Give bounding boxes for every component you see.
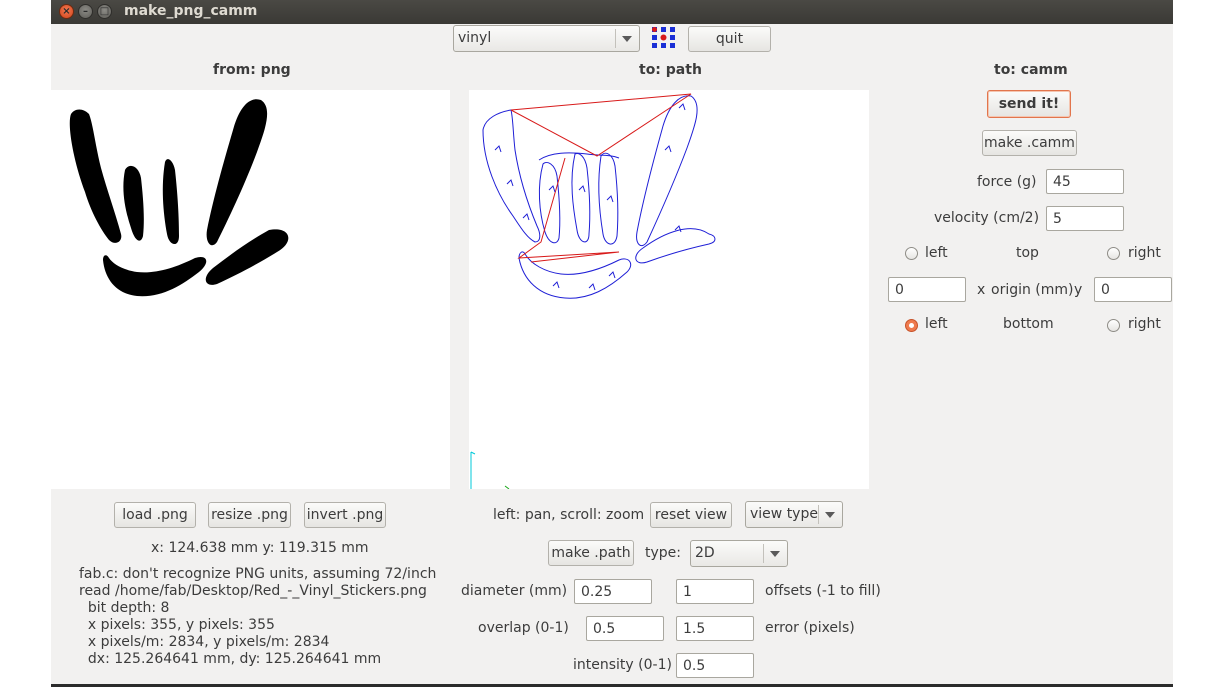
- machine-select-value: vinyl: [458, 30, 492, 46]
- info-line: dx: 125.264641 mm, dy: 125.264641 mm: [79, 651, 382, 667]
- close-window-button[interactable]: ×: [59, 4, 74, 19]
- bottom-left-label: left: [925, 316, 948, 332]
- origin-x-label: x: [977, 282, 986, 298]
- info-log: fab.c: don't recognize PNG units, assumi…: [79, 566, 436, 668]
- minimize-icon: –: [83, 6, 88, 17]
- info-line: x pixels/m: 2834, y pixels/m: 2834: [79, 634, 330, 650]
- diameter-label: diameter (mm): [461, 583, 568, 599]
- type-label: type:: [645, 545, 681, 561]
- maximize-window-button[interactable]: □: [97, 4, 112, 19]
- fab-grid-icon: [652, 27, 675, 48]
- chevron-down-icon: [825, 512, 835, 518]
- diameter-input[interactable]: [574, 579, 652, 604]
- path-preview-canvas[interactable]: [469, 90, 869, 490]
- info-line: read /home/fab/Desktop/Red_-_Vinyl_Stick…: [79, 583, 427, 599]
- quit-button[interactable]: quit: [688, 26, 771, 52]
- error-input[interactable]: [676, 616, 754, 641]
- resize-png-button[interactable]: resize .png: [208, 502, 291, 528]
- offsets-input[interactable]: [676, 579, 754, 604]
- close-icon: ×: [62, 6, 71, 17]
- pan-zoom-hint: left: pan, scroll: zoom: [493, 507, 645, 523]
- png-preview-canvas[interactable]: [51, 90, 450, 489]
- path-type-select[interactable]: 2D: [690, 540, 788, 567]
- origin-y-label: y: [1074, 282, 1083, 298]
- title-bar: × – □ make_png_camm: [51, 0, 1173, 24]
- offsets-label: offsets (-1 to fill): [765, 583, 881, 599]
- load-png-button[interactable]: load .png: [114, 502, 196, 528]
- force-input[interactable]: [1046, 169, 1124, 194]
- chevron-down-icon: [770, 551, 780, 557]
- velocity-input[interactable]: [1046, 206, 1124, 231]
- chevron-down-icon: [622, 36, 632, 42]
- toolpath-plot: [470, 93, 716, 490]
- top-left-label: left: [925, 245, 948, 261]
- send-it-button[interactable]: send it!: [987, 90, 1071, 118]
- bottom-label: bottom: [1003, 316, 1054, 332]
- to-path-header: to: path: [639, 62, 702, 78]
- reset-view-button[interactable]: reset view: [650, 502, 732, 528]
- app-window: × – □ make_png_camm vinyl quit from: png…: [51, 0, 1173, 687]
- machine-select[interactable]: vinyl: [453, 25, 640, 52]
- velocity-label: velocity (cm/2): [934, 210, 1040, 226]
- minimize-window-button[interactable]: –: [78, 4, 93, 19]
- origin-y-input[interactable]: [1094, 277, 1172, 302]
- origin-label: origin (mm): [991, 282, 1074, 298]
- force-label: force (g): [977, 174, 1037, 190]
- info-line: bit depth: 8: [79, 600, 170, 616]
- overlap-label: overlap (0-1): [478, 620, 569, 636]
- make-camm-button[interactable]: make .camm: [982, 130, 1077, 156]
- info-line: x pixels: 355, y pixels: 355: [79, 617, 275, 633]
- window-title: make_png_camm: [124, 3, 258, 19]
- intensity-input[interactable]: [676, 653, 754, 678]
- view-type-select[interactable]: view type: [745, 501, 843, 528]
- path-type-value: 2D: [695, 545, 715, 561]
- origin-bottom-left-radio[interactable]: [905, 319, 918, 332]
- png-image: [69, 99, 289, 297]
- pointer-coordinates: x: 124.638 mm y: 119.315 mm: [151, 540, 369, 556]
- origin-top-right-radio[interactable]: [1107, 247, 1120, 260]
- error-label: error (pixels): [765, 620, 855, 636]
- from-png-header: from: png: [213, 62, 291, 78]
- invert-png-button[interactable]: invert .png: [304, 502, 386, 528]
- origin-x-input[interactable]: [888, 277, 966, 302]
- view-type-value: view type: [750, 506, 818, 522]
- maximize-icon: □: [99, 6, 110, 17]
- origin-top-left-radio[interactable]: [905, 247, 918, 260]
- top-label: top: [1016, 245, 1039, 261]
- overlap-input[interactable]: [586, 616, 664, 641]
- intensity-label: intensity (0-1): [573, 657, 672, 673]
- top-right-label: right: [1128, 245, 1161, 261]
- to-camm-header: to: camm: [994, 62, 1068, 78]
- origin-bottom-right-radio[interactable]: [1107, 319, 1120, 332]
- info-line: fab.c: don't recognize PNG units, assumi…: [79, 566, 437, 582]
- make-path-button[interactable]: make .path: [548, 540, 634, 566]
- bottom-right-label: right: [1128, 316, 1161, 332]
